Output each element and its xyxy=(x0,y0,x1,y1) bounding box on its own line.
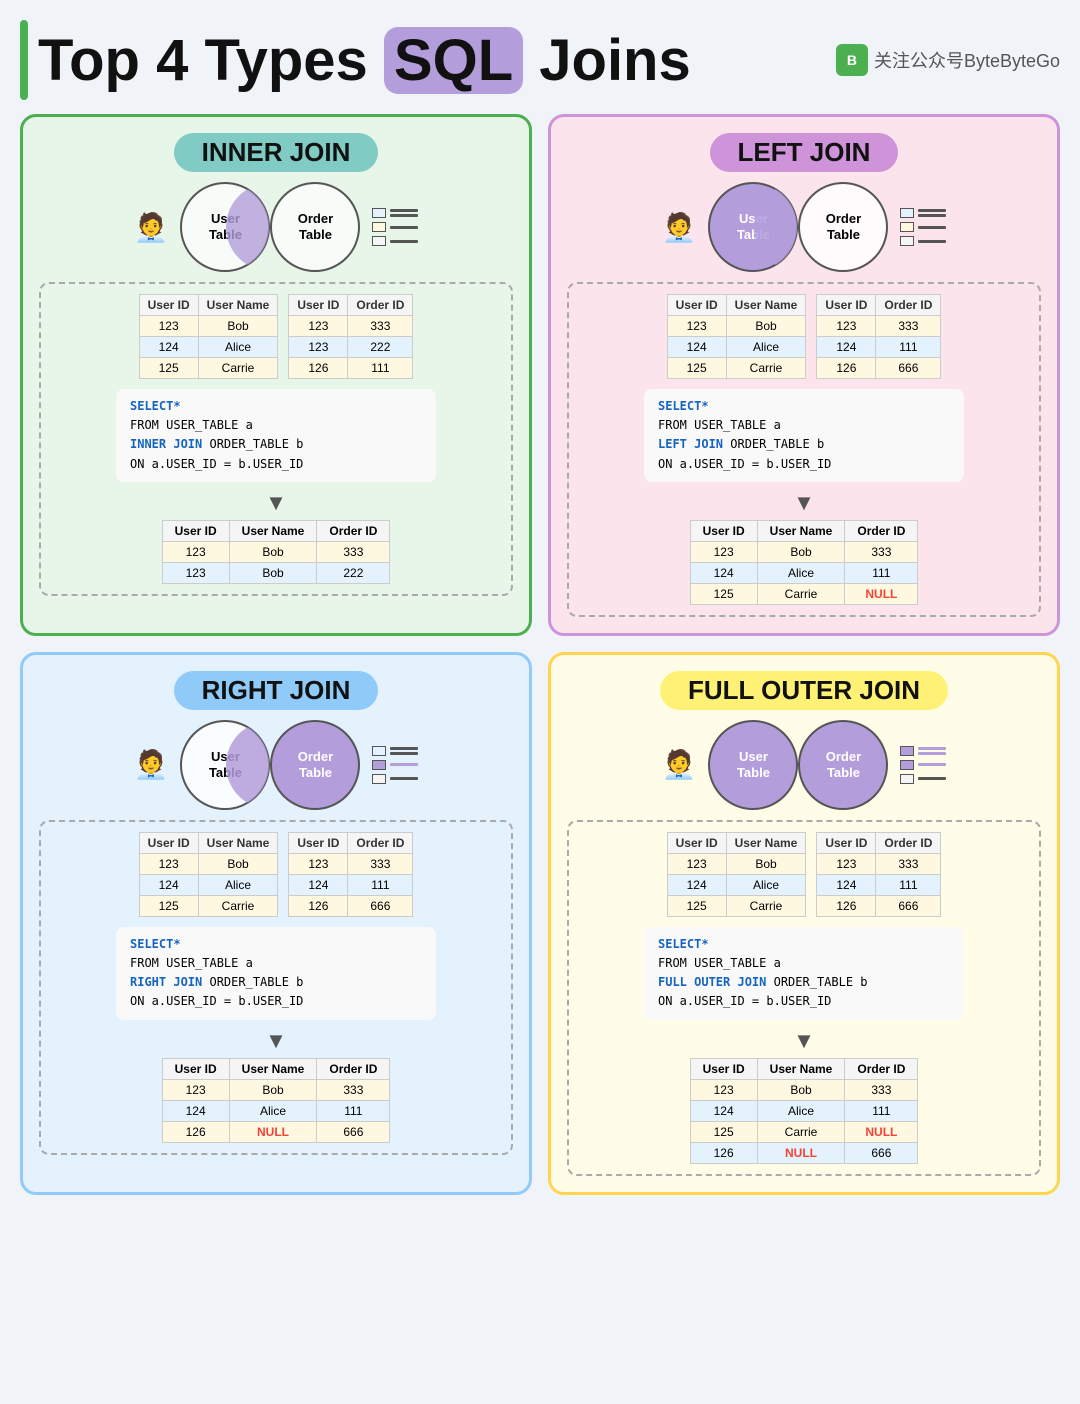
legend-icons xyxy=(372,208,418,246)
brand-label: B 关注公众号ByteByteGo xyxy=(836,44,1060,76)
right-join-card: RIGHT JOIN 🧑‍💼 UserTable OrderTable xyxy=(20,652,532,1195)
order-table-right: User IDOrder ID 123333 124111 126666 xyxy=(288,832,413,917)
inner-join-sql: SELECT* FROM USER_TABLE a INNER JOIN ORD… xyxy=(116,389,436,482)
inner-join-arrow: ▼ xyxy=(51,490,501,516)
user-table-left: User IDUser Name 123Bob 124Alice 125Carr… xyxy=(667,294,807,379)
right-join-arrow: ▼ xyxy=(51,1028,501,1054)
left-join-venn-circles: UserTable OrderTable xyxy=(708,182,888,272)
joins-grid: INNER JOIN 🧑‍💼 UserTable OrderTable xyxy=(20,114,1060,1195)
left-join-venn: 🧑‍💼 UserTable OrderTable xyxy=(567,182,1041,272)
full-outer-venn: 🧑‍💼 UserTable OrderTable xyxy=(567,720,1041,810)
inner-join-card: INNER JOIN 🧑‍💼 UserTable OrderTable xyxy=(20,114,532,636)
left-join-card: LEFT JOIN 🧑‍💼 UserTable OrderTable xyxy=(548,114,1060,636)
right-circle-filled: OrderTable xyxy=(270,720,360,810)
right-join-title: RIGHT JOIN xyxy=(174,671,379,710)
left-join-sql: SELECT* FROM USER_TABLE a LEFT JOIN ORDE… xyxy=(644,389,964,482)
right-circle-white: OrderTable xyxy=(798,182,888,272)
full-outer-sql: SELECT* FROM USER_TABLE a FULL OUTER JOI… xyxy=(644,927,964,1020)
inner-join-title: INNER JOIN xyxy=(174,133,379,172)
green-bar-decoration xyxy=(20,20,28,100)
right-join-tables: User IDUser Name 123Bob 124Alice 125Carr… xyxy=(51,832,501,917)
right-circle-full: OrderTable xyxy=(798,720,888,810)
right-circle: OrderTable xyxy=(270,182,360,272)
inner-join-data-area: User IDUser Name 123Bob 124Alice 125Carr… xyxy=(39,282,513,596)
brand-icon: B xyxy=(836,44,868,76)
page-title: Top 4 Types SQL Joins xyxy=(38,27,691,94)
legend-icons-full xyxy=(900,746,946,784)
left-join-tables: User IDUser Name 123Bob 124Alice 125Carr… xyxy=(579,294,1029,379)
legend-icons-left xyxy=(900,208,946,246)
full-outer-arrow: ▼ xyxy=(579,1028,1029,1054)
left-join-data-area: User IDUser Name 123Bob 124Alice 125Carr… xyxy=(567,282,1041,617)
user-table-full: User IDUser Name 123Bob 124Alice 125Carr… xyxy=(667,832,807,917)
person-icon: 🧑‍💼 xyxy=(134,211,169,244)
full-outer-tables: User IDUser Name 123Bob 124Alice 125Carr… xyxy=(579,832,1029,917)
person-icon-left: 🧑‍💼 xyxy=(662,211,697,244)
full-outer-venn-circles: UserTable OrderTable xyxy=(708,720,888,810)
order-table-left: User IDOrder ID 123333 124111 126666 xyxy=(816,294,941,379)
full-outer-data-area: User IDUser Name 123Bob 124Alice 125Carr… xyxy=(567,820,1041,1176)
inner-join-tables: User IDUser Name 123Bob 124Alice 125Carr… xyxy=(51,294,501,379)
person-icon-right: 🧑‍💼 xyxy=(134,748,169,781)
right-join-venn-circles: UserTable OrderTable xyxy=(180,720,360,810)
left-circle: UserTable xyxy=(180,182,270,272)
user-table: User IDUser Name 123Bob 124Alice 125Carr… xyxy=(139,294,279,379)
inner-join-result: User IDUser NameOrder ID 123Bob333 123Bo… xyxy=(162,520,391,584)
full-outer-result: User IDUser NameOrder ID 123Bob333 124Al… xyxy=(690,1058,919,1164)
order-table-full: User IDOrder ID 123333 124111 126666 xyxy=(816,832,941,917)
inner-join-venn-circles: UserTable OrderTable xyxy=(180,182,360,272)
full-outer-join-title: FULL OUTER JOIN xyxy=(660,671,948,710)
page-header: Top 4 Types SQL Joins B 关注公众号ByteByteGo xyxy=(20,20,1060,100)
user-table-right: User IDUser Name 123Bob 124Alice 125Carr… xyxy=(139,832,279,917)
left-join-title: LEFT JOIN xyxy=(710,133,899,172)
left-circle-white: UserTable xyxy=(180,720,270,810)
person-icon-full: 🧑‍💼 xyxy=(662,748,697,781)
legend-icons-right xyxy=(372,746,418,784)
left-circle-full: UserTable xyxy=(708,720,798,810)
left-join-result: User IDUser NameOrder ID 123Bob333 124Al… xyxy=(690,520,919,605)
order-table: User IDOrder ID 123333 123222 126111 xyxy=(288,294,413,379)
left-join-arrow: ▼ xyxy=(579,490,1029,516)
right-join-venn: 🧑‍💼 UserTable OrderTable xyxy=(39,720,513,810)
left-circle-filled: UserTable xyxy=(708,182,798,272)
full-outer-join-card: FULL OUTER JOIN 🧑‍💼 UserTable OrderTable xyxy=(548,652,1060,1195)
inner-join-venn: 🧑‍💼 UserTable OrderTable xyxy=(39,182,513,272)
right-join-result: User IDUser NameOrder ID 123Bob333 124Al… xyxy=(162,1058,391,1143)
right-join-data-area: User IDUser Name 123Bob 124Alice 125Carr… xyxy=(39,820,513,1155)
right-join-sql: SELECT* FROM USER_TABLE a RIGHT JOIN ORD… xyxy=(116,927,436,1020)
